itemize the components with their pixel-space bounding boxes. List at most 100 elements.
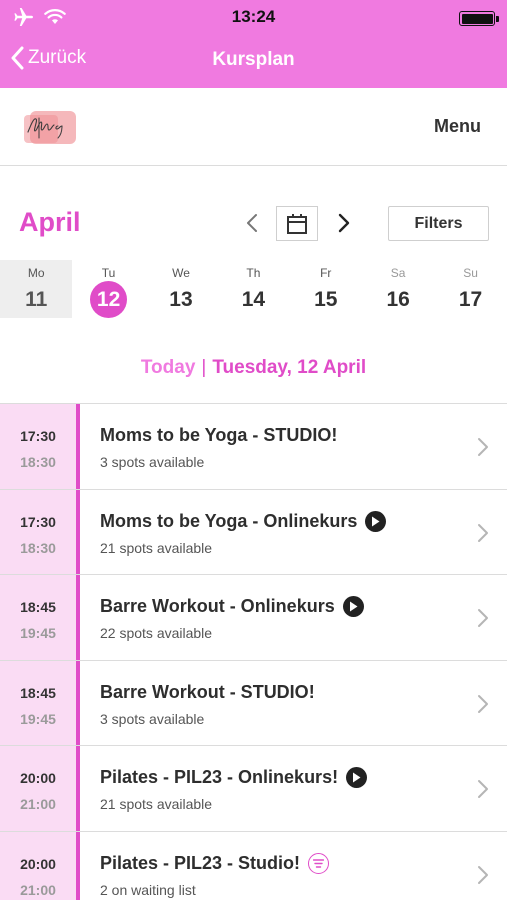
day-thursday[interactable]: Th 14 — [217, 260, 289, 318]
play-icon — [365, 510, 387, 532]
nav-bar: Zurück Kursplan — [0, 36, 507, 88]
day-name: Mo — [27, 266, 45, 280]
start-time: 17:30 — [20, 428, 56, 444]
time-column: 20:00 21:00 — [0, 746, 76, 831]
end-time: 21:00 — [20, 796, 56, 812]
divider: | — [201, 357, 207, 378]
start-time: 20:00 — [20, 770, 56, 786]
day-monday[interactable]: Mo 11 — [0, 260, 73, 318]
class-info: Pilates - PIL23 - Onlinekurs! 21 spots a… — [80, 746, 507, 831]
day-name: We — [172, 266, 190, 280]
battery-icon — [459, 11, 499, 26]
chevron-right-icon — [478, 865, 488, 884]
end-time: 21:00 — [20, 881, 56, 898]
day-name: Sa — [390, 266, 406, 280]
day-date: 16 — [386, 288, 410, 311]
day-date: 14 — [241, 288, 266, 311]
class-name: Pilates - PIL23 - Studio! — [100, 852, 330, 874]
week-day-strip: Mo 11 Tu 12 We 13 Th 14 Fr 15 Sa 16 Su 1… — [0, 260, 507, 318]
day-wednesday[interactable]: We 13 — [145, 260, 217, 318]
class-name: Moms to be Yoga - STUDIO! — [100, 425, 337, 446]
class-name-text: Barre Workout - Onlinekurs — [100, 596, 335, 616]
class-name-text: Moms to be Yoga - STUDIO! — [100, 425, 338, 445]
menu-button[interactable]: Menu — [434, 116, 481, 137]
month-label: April — [19, 207, 81, 237]
chevron-right-icon — [478, 694, 488, 713]
day-sunday[interactable]: Su 17 — [434, 260, 506, 318]
selected-date-label: Tuesday, 12 April — [212, 357, 367, 378]
day-name: Fr — [320, 266, 332, 280]
waiting-list-icon — [308, 852, 330, 874]
class-info: Moms to be Yoga - Onlinekurs 21 spots av… — [80, 490, 507, 575]
day-saturday[interactable]: Sa 16 — [362, 260, 434, 318]
time-column: 17:30 18:30 — [0, 489, 76, 574]
class-name-text: Pilates - PIL23 - Studio! — [100, 852, 301, 873]
class-row[interactable]: 17:30 18:30 Moms to be Yoga - STUDIO! 3 … — [0, 404, 507, 490]
filters-button[interactable]: Filters — [388, 206, 489, 241]
prev-week-button[interactable] — [243, 212, 263, 234]
class-name-text: Moms to be Yoga - Onlinekurs — [100, 510, 358, 531]
page-title: Kursplan — [212, 49, 295, 70]
class-availability: 21 spots available — [100, 539, 213, 556]
status-bar: 13:24 — [0, 0, 507, 36]
day-name: Th — [246, 266, 261, 280]
end-time: 18:30 — [20, 539, 56, 556]
next-week-button[interactable] — [333, 212, 353, 234]
month-row: April Filters — [0, 166, 507, 260]
day-date: 13 — [169, 288, 193, 311]
end-time: 19:45 — [20, 710, 56, 727]
day-date: 11 — [25, 288, 48, 311]
class-list: 17:30 18:30 Moms to be Yoga - STUDIO! 3 … — [0, 403, 507, 900]
day-friday[interactable]: Fr 15 — [290, 260, 362, 318]
end-time: 18:30 — [20, 454, 56, 470]
class-row[interactable]: 18:45 19:45 Barre Workout - Onlinekurs 2… — [0, 575, 507, 661]
time-column: 20:00 21:00 — [0, 831, 76, 900]
class-name: Moms to be Yoga - Onlinekurs — [100, 510, 387, 532]
start-time: 18:45 — [20, 599, 56, 615]
class-availability: 22 spots available — [100, 625, 213, 641]
class-row[interactable]: 20:00 21:00 Pilates - PIL23 - Onlinekurs… — [0, 746, 507, 832]
chevron-right-icon — [478, 780, 488, 798]
class-availability: 2 on waiting list — [100, 881, 196, 898]
class-availability: 3 spots available — [100, 454, 205, 470]
day-date: 15 — [314, 288, 338, 311]
start-time: 18:45 — [20, 684, 56, 701]
start-time: 17:30 — [20, 513, 56, 530]
day-name: Tu — [101, 266, 116, 280]
status-time: 13:24 — [231, 7, 276, 26]
selected-date-heading: Today | Tuesday, 12 April — [0, 357, 507, 379]
day-name: Su — [463, 266, 478, 280]
class-name-text: Pilates - PIL23 - Onlinekurs! — [100, 767, 339, 787]
time-column: 17:30 18:30 — [0, 404, 76, 489]
class-availability: 21 spots available — [100, 796, 213, 812]
class-row[interactable]: 17:30 18:30 Moms to be Yoga - Onlinekurs… — [0, 489, 507, 575]
calendar-picker-button[interactable] — [276, 206, 318, 241]
chevron-right-icon — [478, 523, 488, 542]
today-label: Today — [140, 357, 196, 378]
chevron-right-icon — [478, 438, 488, 456]
brand-header: Menu — [0, 88, 507, 166]
top-bar: 13:24 Zurück Kursplan — [0, 0, 507, 88]
class-info: Barre Workout - STUDIO! 3 spots availabl… — [80, 661, 507, 746]
studio-logo[interactable] — [22, 106, 80, 148]
play-icon — [346, 767, 368, 788]
class-info: Pilates - PIL23 - Studio! 2 on waiting l… — [80, 832, 507, 900]
time-column: 18:45 19:45 — [0, 660, 76, 745]
class-name-text: Barre Workout - STUDIO! — [100, 681, 315, 702]
day-date: 17 — [458, 288, 483, 311]
class-name: Pilates - PIL23 - Onlinekurs! — [100, 767, 368, 788]
class-name: Barre Workout - Onlinekurs — [100, 596, 364, 617]
end-time: 19:45 — [20, 625, 56, 641]
class-row[interactable]: 18:45 19:45 Barre Workout - STUDIO! 3 sp… — [0, 660, 507, 746]
day-date: 12 — [96, 288, 121, 311]
class-availability: 3 spots available — [100, 710, 205, 727]
start-time: 20:00 — [20, 855, 56, 872]
class-info: Barre Workout - Onlinekurs 22 spots avai… — [80, 575, 507, 660]
day-tuesday[interactable]: Tu 12 — [72, 260, 144, 318]
class-name: Barre Workout - STUDIO! — [100, 682, 315, 703]
time-column: 18:45 19:45 — [0, 575, 76, 660]
class-row[interactable]: 20:00 21:00 Pilates - PIL23 - Studio! 2 … — [0, 831, 507, 900]
play-icon — [342, 596, 364, 617]
chevron-right-icon — [478, 609, 488, 627]
class-info: Moms to be Yoga - STUDIO! 3 spots availa… — [80, 404, 507, 489]
